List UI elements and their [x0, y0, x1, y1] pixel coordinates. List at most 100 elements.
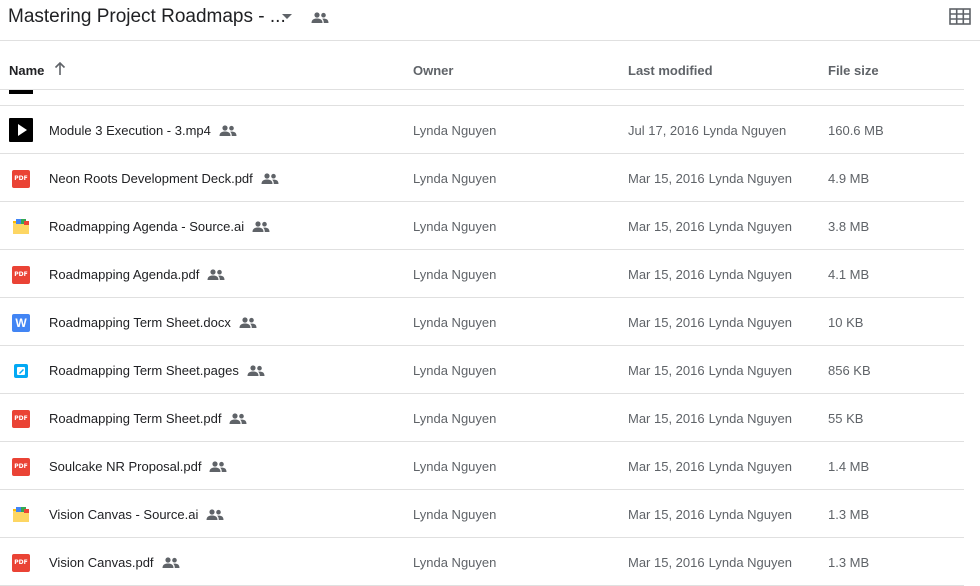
table-row[interactable]: PDF Neon Roots Development Deck.pdf Lynda … [0, 154, 964, 202]
file-name[interactable]: Vision Canvas.pdf [49, 555, 180, 570]
table-row[interactable]: W Roadmapping Term Sheet.docx Lynda Nguyen… [0, 298, 964, 346]
table-row[interactable]: Vision Canvas - Source.ai Lynda Nguyen Mar… [0, 490, 964, 538]
file-owner: Lynda Nguyen [413, 411, 497, 426]
file-owner: Lynda Nguyen [413, 123, 497, 138]
modified-by: Lynda Nguyen [708, 315, 792, 330]
table-row[interactable]: PDF Soulcake NR Proposal.pdf Lynda Nguyen M… [0, 442, 964, 490]
modified-by: Lynda Nguyen [708, 411, 792, 426]
grid-view-icon[interactable] [949, 8, 971, 26]
video-icon [9, 118, 33, 142]
file-size: 4.9 MB [828, 171, 870, 186]
table-row[interactable]: PDF Roadmapping Agenda.pdf Lynda Nguyen Mar… [0, 250, 964, 298]
column-header-row: Name Owner Last modified File size [0, 42, 964, 90]
last-modified: Mar 15, 2016 Lynda Nguyen [628, 219, 792, 234]
pdf-icon: PDF [12, 170, 30, 188]
file-name-text: Roadmapping Term Sheet.docx [49, 315, 231, 330]
file-size: 10 KB [828, 315, 864, 330]
file-owner: Lynda Nguyen [413, 171, 497, 186]
file-size: 55 KB [828, 411, 864, 426]
shared-icon [207, 268, 225, 281]
modified-date: Mar 15, 2016 [628, 315, 705, 330]
table-row[interactable]: PDF Vision Canvas.pdf Lynda Nguyen Mar 15, … [0, 538, 964, 586]
pages-icon [12, 362, 30, 380]
shared-icon [229, 412, 247, 425]
file-name[interactable]: Roadmapping Agenda.pdf [49, 267, 225, 282]
file-owner: Lynda Nguyen [413, 555, 497, 570]
folder-header: Mastering Project Roadmaps - ... [0, 0, 980, 41]
shared-icon [162, 556, 180, 569]
word-icon: W [12, 314, 30, 332]
sort-ascending-icon[interactable] [54, 61, 66, 81]
file-name[interactable]: Roadmapping Agenda - Source.ai [49, 219, 270, 234]
file-name[interactable]: Neon Roots Development Deck.pdf [49, 171, 279, 186]
table-row[interactable]: Roadmapping Term Sheet.pages Lynda Nguyen… [0, 346, 964, 394]
last-modified: Jul 17, 2016 Lynda Nguyen [628, 123, 786, 138]
table-row[interactable]: Roadmapping Agenda - Source.ai Lynda Nguy… [0, 202, 964, 250]
last-modified: Mar 15, 2016 Lynda Nguyen [628, 363, 792, 378]
folder-menu-caret-icon[interactable] [282, 14, 292, 19]
modified-by: Lynda Nguyen [702, 123, 787, 138]
table-row-partial[interactable] [0, 90, 964, 106]
modified-by: Lynda Nguyen [708, 363, 792, 378]
illustrator-icon [12, 506, 30, 524]
modified-by: Lynda Nguyen [708, 267, 792, 282]
file-name-text: Roadmapping Agenda - Source.ai [49, 219, 245, 234]
last-modified: Mar 15, 2016 Lynda Nguyen [628, 555, 792, 570]
modified-date: Mar 15, 2016 [628, 363, 705, 378]
modified-by: Lynda Nguyen [708, 507, 792, 522]
last-modified: Mar 15, 2016 Lynda Nguyen [628, 459, 792, 474]
file-name-text: Roadmapping Term Sheet.pdf [49, 411, 222, 426]
column-header-last-modified[interactable]: Last modified [628, 63, 713, 78]
file-name[interactable]: Roadmapping Term Sheet.pdf [49, 411, 247, 426]
modified-date: Mar 15, 2016 [628, 171, 705, 186]
folder-title[interactable]: Mastering Project Roadmaps - ... [8, 5, 286, 29]
file-size: 1.3 MB [828, 555, 870, 570]
file-owner: Lynda Nguyen [413, 459, 497, 474]
modified-date: Mar 15, 2016 [628, 459, 705, 474]
file-size: 1.4 MB [828, 459, 870, 474]
file-name[interactable]: Roadmapping Term Sheet.pages [49, 363, 265, 378]
shared-icon [209, 460, 227, 473]
file-name[interactable]: Soulcake NR Proposal.pdf [49, 459, 227, 474]
table-row[interactable]: Module 3 Execution - 3.mp4 Lynda Nguyen Ju… [0, 106, 964, 154]
last-modified: Mar 15, 2016 Lynda Nguyen [628, 507, 792, 522]
modified-date: Mar 15, 2016 [628, 411, 705, 426]
modified-by: Lynda Nguyen [708, 219, 792, 234]
modified-date: Mar 15, 2016 [628, 267, 705, 282]
pdf-icon: PDF [12, 458, 30, 476]
modified-date: Mar 15, 2016 [628, 219, 705, 234]
modified-date: Mar 15, 2016 [628, 555, 705, 570]
file-size: 4.1 MB [828, 267, 870, 282]
shared-icon [219, 124, 237, 137]
file-size: 1.3 MB [828, 507, 870, 522]
shared-icon [252, 220, 270, 233]
pdf-icon: PDF [12, 554, 30, 572]
file-name-text: Roadmapping Term Sheet.pages [49, 363, 239, 378]
file-owner: Lynda Nguyen [413, 315, 497, 330]
modified-by: Lynda Nguyen [708, 459, 792, 474]
file-name[interactable]: Module 3 Execution - 3.mp4 [49, 123, 237, 138]
file-owner: Lynda Nguyen [413, 267, 497, 282]
modified-by: Lynda Nguyen [708, 555, 792, 570]
column-header-file-size[interactable]: File size [828, 63, 879, 78]
shared-icon [247, 364, 265, 377]
file-size: 3.8 MB [828, 219, 870, 234]
last-modified: Mar 15, 2016 Lynda Nguyen [628, 267, 792, 282]
column-header-name[interactable]: Name [9, 63, 44, 78]
modified-date: Mar 15, 2016 [628, 507, 705, 522]
column-header-owner[interactable]: Owner [413, 63, 453, 78]
file-owner: Lynda Nguyen [413, 219, 497, 234]
modified-by: Lynda Nguyen [708, 171, 792, 186]
shared-folder-icon [311, 11, 329, 29]
modified-date: Jul 17, 2016 [628, 123, 699, 138]
table-row[interactable]: PDF Roadmapping Term Sheet.pdf Lynda Nguye… [0, 394, 964, 442]
pdf-icon: PDF [12, 410, 30, 428]
illustrator-icon [12, 218, 30, 236]
file-name-text: Roadmapping Agenda.pdf [49, 267, 200, 282]
file-name-text: Vision Canvas.pdf [49, 555, 154, 570]
file-name[interactable]: Roadmapping Term Sheet.docx [49, 315, 257, 330]
file-name-text: Module 3 Execution - 3.mp4 [49, 123, 211, 138]
file-name-text: Soulcake NR Proposal.pdf [49, 459, 202, 474]
file-name[interactable]: Vision Canvas - Source.ai [49, 507, 224, 522]
video-icon [9, 90, 33, 94]
